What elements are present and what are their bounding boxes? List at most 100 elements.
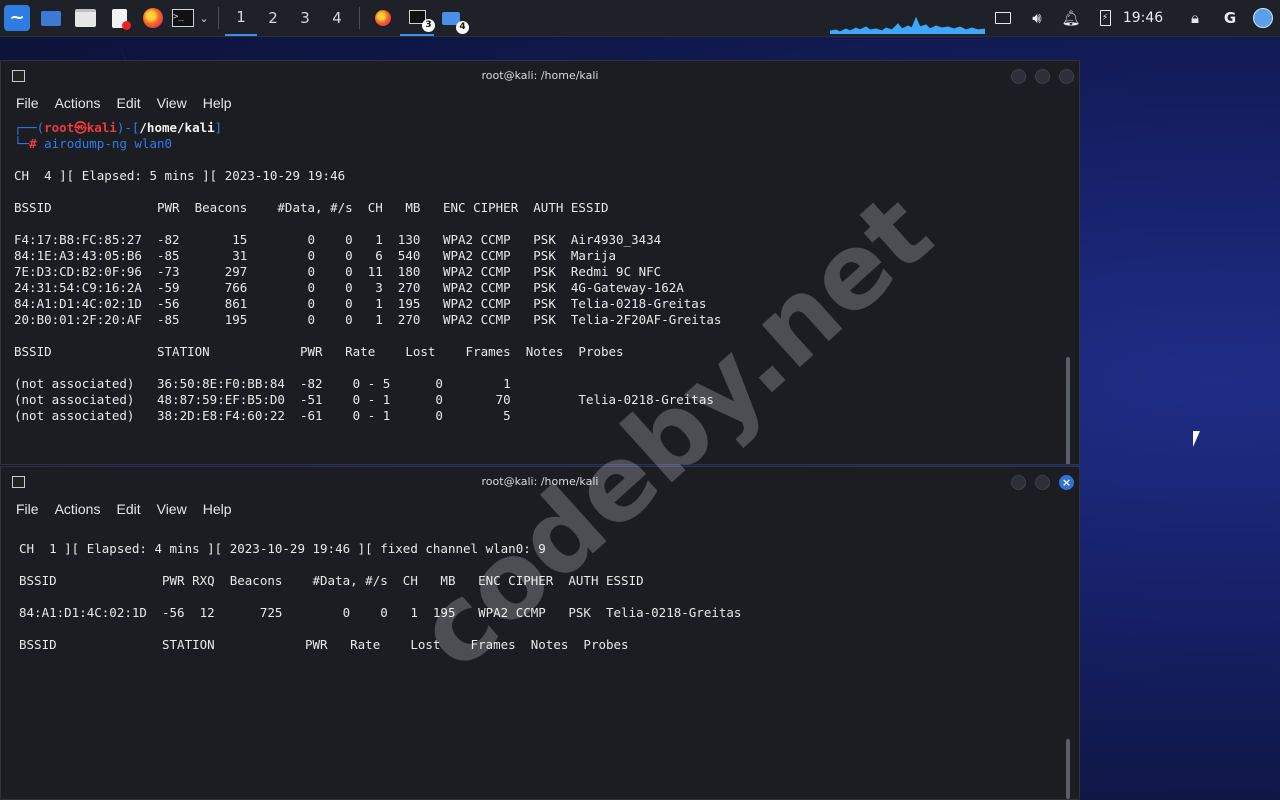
volume-button[interactable]: 🔊︎ xyxy=(1022,0,1052,36)
close-button[interactable] xyxy=(1059,69,1074,84)
task-firefox[interactable] xyxy=(366,0,400,36)
task-terminal[interactable]: 3 xyxy=(400,0,435,36)
top-panel: ~ >_ ⌄ 1 2 3 4 3 4 🔊︎ 🔔︎ ⚡︎ 19:46 🔒︎ G xyxy=(0,0,1280,37)
menu-actions[interactable]: Actions xyxy=(55,501,101,517)
minimize-button[interactable] xyxy=(1011,69,1026,84)
menu-bar: File Actions Edit View Help xyxy=(1,91,1079,115)
menu-file[interactable]: File xyxy=(16,501,39,517)
terminal-launcher-dropdown[interactable]: ⌄ xyxy=(196,0,212,36)
station-table-header: BSSID STATION PWR Rate Lost Frames Notes… xyxy=(14,344,624,359)
terminal-icon: >_ xyxy=(172,9,194,27)
folder-icon xyxy=(74,9,96,27)
menu-view[interactable]: View xyxy=(157,95,187,111)
text-editor-icon xyxy=(111,8,131,30)
window-title: root@kali: /home/kali xyxy=(481,475,599,488)
firefox-icon xyxy=(375,10,391,26)
mouse-cursor xyxy=(1193,431,1200,447)
ap-row: F4:17:B8:FC:85:27 -82 15 0 0 1 130 WPA2 … xyxy=(14,232,662,247)
menu-bar: File Actions Edit View Help xyxy=(1,497,1079,521)
lock-icon: 🔒︎ xyxy=(1191,9,1199,27)
menu-edit[interactable]: Edit xyxy=(116,501,140,517)
globe-icon xyxy=(1253,8,1273,28)
workspace-3[interactable]: 3 xyxy=(289,0,321,36)
ap-row: 84:1E:A3:43:05:B6 -85 31 0 0 6 540 WPA2 … xyxy=(14,248,617,263)
station-row: (not associated) 48:87:59:EF:B5:D0 -51 0… xyxy=(14,392,714,407)
prompt-user: root㉿kali xyxy=(44,120,117,135)
workspace-4[interactable]: 4 xyxy=(321,0,353,36)
task-file-manager[interactable]: 4 xyxy=(434,0,469,36)
prompt-command: airodump-ng wlan0 xyxy=(44,136,173,151)
station-row: (not associated) 38:2D:E8:F4:60:22 -61 0… xyxy=(14,408,511,423)
power-icon: G xyxy=(1223,9,1237,27)
station-table-header: BSSID STATION PWR Rate Lost Frames Notes… xyxy=(19,637,629,652)
workspace-2[interactable]: 2 xyxy=(257,0,289,36)
scrollbar-thumb[interactable] xyxy=(1066,357,1070,464)
prompt-separator: )-[ xyxy=(116,120,140,135)
terminal-window-airodump-scan[interactable]: root@kali: /home/kali File Actions Edit … xyxy=(0,60,1080,465)
terminal-launcher[interactable]: >_ xyxy=(170,0,196,36)
clock-label: 19:46 xyxy=(1122,10,1164,26)
menu-file[interactable]: File xyxy=(16,95,39,111)
prompt-close: ] xyxy=(214,120,223,135)
firefox-icon xyxy=(143,8,163,28)
ap-row: 20:B0:01:2F:20:AF -85 195 0 0 1 270 WPA2… xyxy=(14,312,722,327)
status-line: CH 1 ][ Elapsed: 4 mins ][ 2023-10-29 19… xyxy=(19,541,546,556)
notifications-button[interactable]: 🔔︎ xyxy=(1056,0,1086,36)
kali-logo-icon: ~ xyxy=(4,5,30,31)
workspace-label: 2 xyxy=(268,9,278,27)
show-desktop-button[interactable] xyxy=(34,0,68,36)
prompt-hash: # xyxy=(29,136,37,151)
file-manager-launcher[interactable] xyxy=(68,0,102,36)
workspace-1[interactable]: 1 xyxy=(225,0,257,36)
ap-table-header: BSSID PWR Beacons #Data, #/s CH MB ENC C… xyxy=(14,200,609,215)
text-editor-launcher[interactable] xyxy=(102,0,136,36)
monitor-icon xyxy=(995,12,1011,24)
menu-help[interactable]: Help xyxy=(203,501,232,517)
clock[interactable]: 19:46 xyxy=(1120,0,1166,36)
bell-icon: 🔔︎ xyxy=(1061,9,1081,27)
scrollbar-thumb[interactable] xyxy=(1066,739,1070,799)
station-row: (not associated) 36:50:8E:F0:BB:84 -82 0… xyxy=(14,376,511,391)
ap-row: 7E:D3:CD:B2:0F:96 -73 297 0 0 11 180 WPA… xyxy=(14,264,662,279)
workspace-label: 4 xyxy=(332,9,342,27)
close-button[interactable]: × xyxy=(1059,475,1074,490)
prompt-box-open: ┌──( xyxy=(14,120,45,135)
minimize-button[interactable] xyxy=(1011,475,1026,490)
window-titlebar[interactable]: root@kali: /home/kali xyxy=(1,61,1079,91)
workspace-label: 3 xyxy=(300,9,310,27)
ap-row: 84:A1:D1:4C:02:1D -56 861 0 0 1 195 WPA2… xyxy=(14,296,707,311)
kali-menu-button[interactable]: ~ xyxy=(0,0,34,36)
prompt-path: /home/kali xyxy=(139,120,215,135)
power-status-button[interactable]: ⚡︎ xyxy=(1092,0,1118,36)
logout-button[interactable]: G xyxy=(1215,0,1245,36)
menu-actions[interactable]: Actions xyxy=(55,95,101,111)
desktop-icon xyxy=(41,10,61,26)
menu-help[interactable]: Help xyxy=(203,95,232,111)
battery-charging-icon: ⚡︎ xyxy=(1099,10,1111,26)
close-icon: × xyxy=(1061,476,1072,489)
ap-table-header: BSSID PWR RXQ Beacons #Data, #/s CH MB E… xyxy=(19,573,644,588)
ap-row: 24:31:54:C9:16:2A -59 766 0 0 3 270 WPA2… xyxy=(14,280,684,295)
ap-row: 84:A1:D1:4C:02:1D -56 12 725 0 0 1 195 W… xyxy=(19,605,742,620)
network-button[interactable] xyxy=(1249,0,1277,36)
status-line: CH 4 ][ Elapsed: 5 mins ][ 2023-10-29 19… xyxy=(14,168,346,183)
maximize-button[interactable] xyxy=(1035,475,1050,490)
terminal-window-airodump-fixed-channel[interactable]: root@kali: /home/kali × File Actions Edi… xyxy=(0,466,1080,800)
speaker-icon: 🔊︎ xyxy=(1032,9,1042,27)
cpu-usage-graph xyxy=(830,16,985,34)
prompt-box-close: └─ xyxy=(14,136,30,151)
panel-separator xyxy=(359,7,360,29)
firefox-launcher[interactable] xyxy=(136,0,170,36)
panel-separator xyxy=(218,7,219,29)
lock-screen-button[interactable]: 🔒︎ xyxy=(1180,0,1210,36)
terminal-output[interactable]: CH 1 ][ Elapsed: 4 mins ][ 2023-10-29 19… xyxy=(19,541,741,653)
chevron-down-icon: ⌄ xyxy=(199,11,209,25)
menu-view[interactable]: View xyxy=(157,501,187,517)
workspace-label: 1 xyxy=(236,8,246,26)
maximize-button[interactable] xyxy=(1035,69,1050,84)
screen-capture-button[interactable] xyxy=(988,0,1018,36)
window-count-badge: 4 xyxy=(456,21,469,34)
window-titlebar[interactable]: root@kali: /home/kali × xyxy=(1,467,1079,497)
menu-edit[interactable]: Edit xyxy=(116,95,140,111)
terminal-output[interactable]: ┌──(root㉿kali)-[/home/kali] └─# airodump… xyxy=(14,120,721,424)
